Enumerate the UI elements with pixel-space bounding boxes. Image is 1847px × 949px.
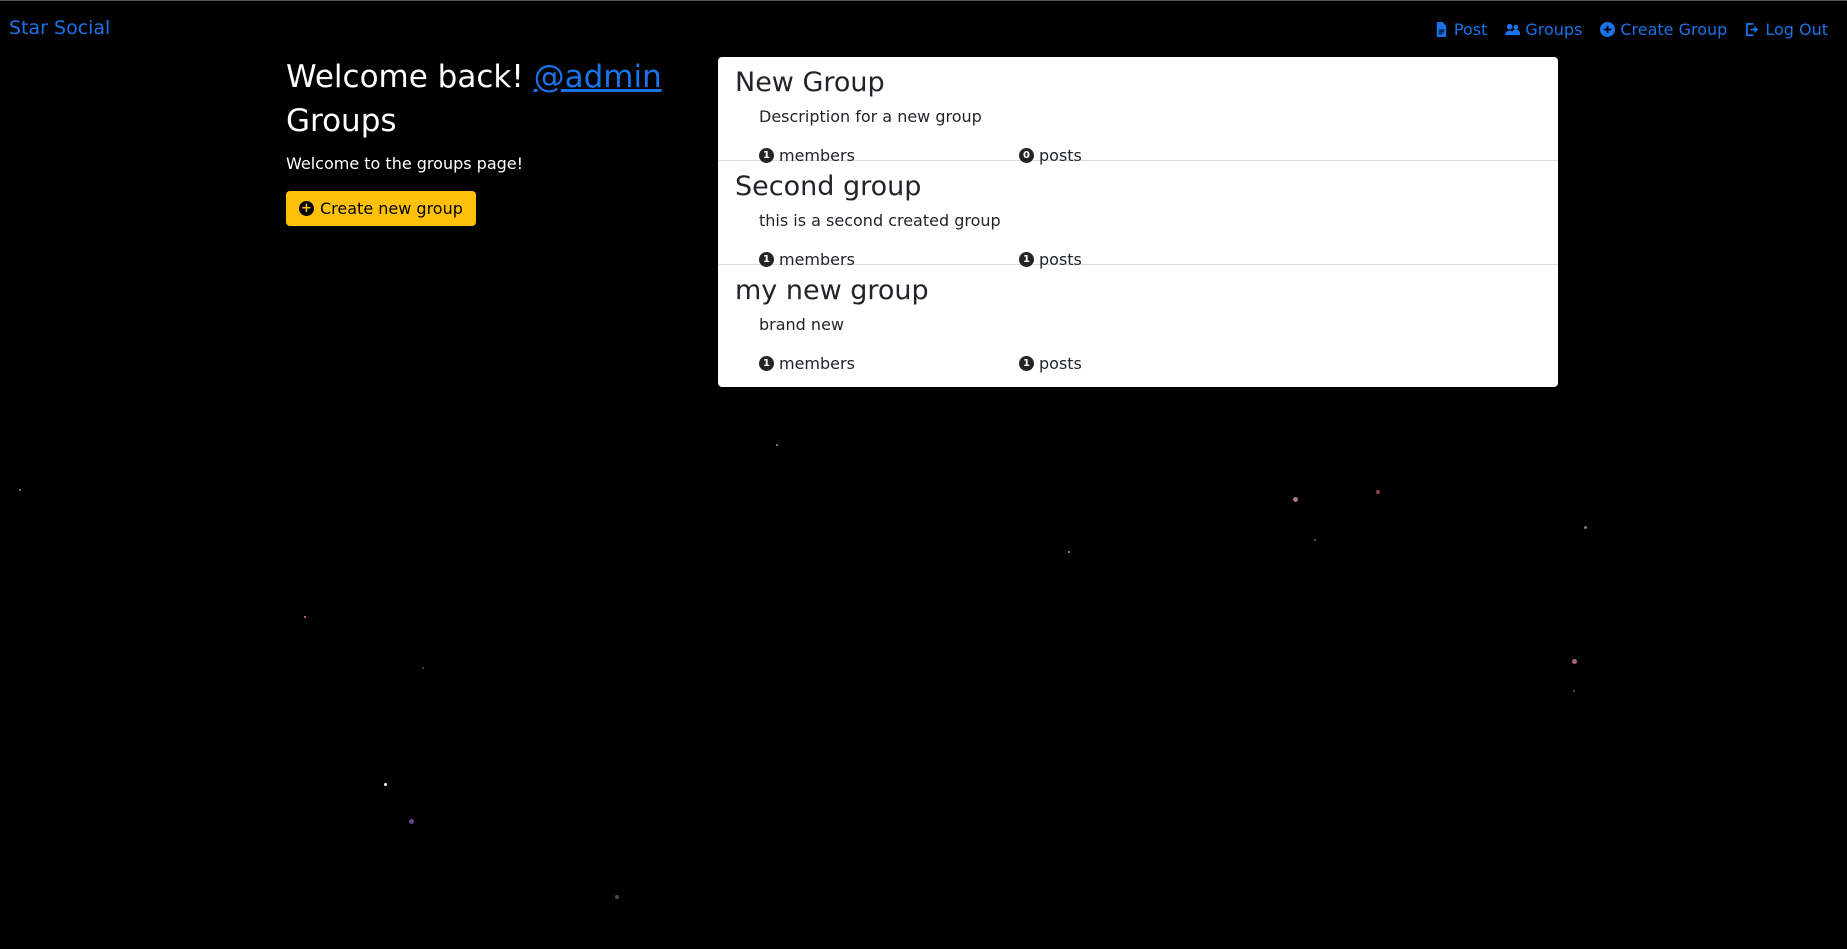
posts-label: posts (1039, 146, 1082, 165)
members-count-badge: 1 (759, 356, 774, 371)
nav-post-link[interactable]: Post (1434, 20, 1487, 39)
group-name: Second group (735, 171, 922, 202)
create-new-group-label: Create new group (320, 199, 463, 218)
star-particle (615, 895, 619, 899)
star-particle (1584, 526, 1587, 529)
members-count-badge: 1 (759, 252, 774, 267)
star-particle (1068, 551, 1070, 553)
posts-label: posts (1039, 250, 1082, 269)
users-icon (1505, 23, 1521, 36)
file-icon (1436, 22, 1447, 37)
nav-groups-label: Groups (1525, 20, 1583, 39)
star-particle (19, 489, 21, 491)
group-name: New Group (735, 67, 885, 98)
create-new-group-button[interactable]: + Create new group (286, 191, 476, 226)
star-particle (776, 444, 778, 446)
posts-count-badge: 1 (1019, 356, 1034, 371)
group-description: brand new (759, 315, 844, 334)
nav-links: Post Groups Create Group Log Out (1434, 20, 1828, 39)
group-description: Description for a new group (759, 107, 982, 126)
star-particle (1573, 690, 1575, 692)
star-particle (1376, 490, 1380, 494)
sidebar: Welcome back! @admin Groups Welcome to t… (286, 56, 686, 226)
plus-circle-icon (1600, 22, 1616, 37)
nav-logout-label: Log Out (1765, 20, 1828, 39)
members-label: members (779, 354, 855, 373)
group-stats: 1 members 1 posts (759, 354, 1541, 373)
navbar: Star Social Post Groups Create Group Log… (0, 1, 1847, 57)
star-particle (1293, 497, 1298, 502)
group-item-second-group[interactable]: Second group this is a second created gr… (718, 161, 1558, 269)
star-particle (422, 667, 424, 669)
members-label: members (779, 250, 855, 269)
star-particle (304, 616, 306, 618)
members-stat: 1 members (759, 146, 1019, 165)
welcome-heading: Welcome back! @admin (286, 56, 686, 98)
group-description: this is a second created group (759, 211, 1001, 230)
members-stat: 1 members (759, 250, 1019, 269)
posts-label: posts (1039, 354, 1082, 373)
star-particle (384, 783, 387, 786)
star-particle (1572, 659, 1577, 664)
page-title: Groups (286, 103, 397, 139)
posts-count-badge: 1 (1019, 252, 1034, 267)
members-label: members (779, 146, 855, 165)
welcome-prefix: Welcome back! (286, 59, 524, 95)
page-subtitle: Welcome to the groups page! (286, 154, 524, 173)
nav-create-group-link[interactable]: Create Group (1600, 20, 1727, 39)
plus-circle-icon: + (299, 201, 314, 216)
nav-logout-link[interactable]: Log Out (1745, 20, 1828, 39)
logout-icon (1746, 22, 1759, 37)
nav-create-group-label: Create Group (1620, 20, 1728, 39)
group-item-my-new-group[interactable]: my new group brand new 1 members 1 posts (718, 265, 1558, 387)
group-list: New Group Description for a new group 1 … (718, 57, 1558, 387)
members-count-badge: 1 (759, 148, 774, 163)
posts-stat: 0 posts (1019, 146, 1279, 165)
posts-count-badge: 0 (1019, 148, 1034, 163)
group-item-new-group[interactable]: New Group Description for a new group 1 … (718, 57, 1558, 165)
username-link[interactable]: @admin (534, 59, 662, 95)
star-particle (409, 819, 414, 824)
posts-stat: 1 posts (1019, 354, 1279, 373)
brand-link[interactable]: Star Social (9, 17, 110, 39)
group-name: my new group (735, 275, 929, 306)
star-particle (1314, 539, 1316, 541)
posts-stat: 1 posts (1019, 250, 1279, 269)
members-stat: 1 members (759, 354, 1019, 373)
nav-groups-link[interactable]: Groups (1505, 20, 1582, 39)
nav-post-label: Post (1453, 20, 1488, 39)
